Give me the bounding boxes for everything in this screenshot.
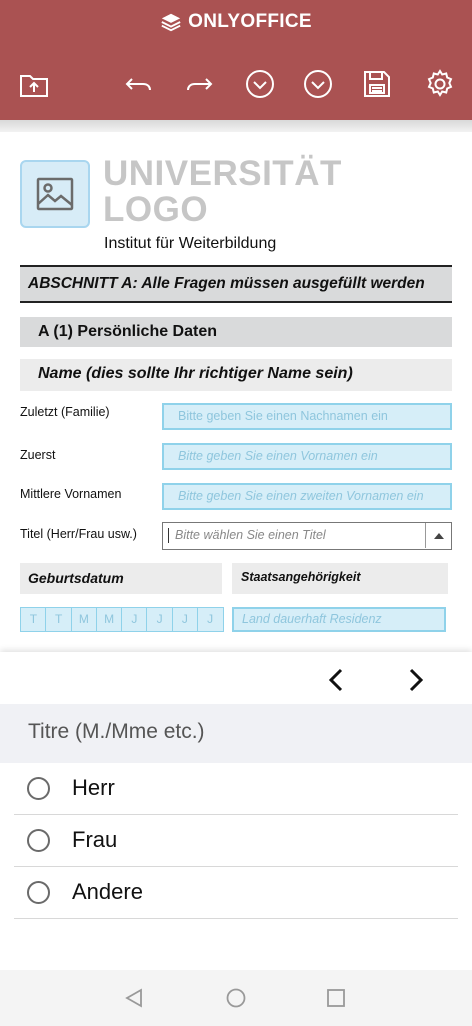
logo-line-1: UNIVERSITÄT bbox=[103, 154, 342, 193]
first-name-label: Zuerst bbox=[20, 448, 56, 462]
birthdate-header: Geburtsdatum bbox=[20, 563, 222, 594]
image-icon bbox=[36, 177, 74, 211]
open-file-button[interactable] bbox=[14, 64, 54, 104]
option-label: Andere bbox=[72, 879, 143, 904]
home-circle-icon bbox=[226, 988, 246, 1008]
date-cell[interactable]: M bbox=[95, 607, 123, 632]
radio-button[interactable] bbox=[27, 777, 50, 800]
settings-button[interactable] bbox=[420, 64, 460, 104]
brand-name: ONLYOFFICE bbox=[188, 11, 312, 32]
system-navigation-bar bbox=[0, 970, 472, 1026]
settings-icon bbox=[427, 69, 453, 97]
previous-field-button[interactable] bbox=[240, 64, 280, 104]
brand: ONLYOFFICE bbox=[0, 11, 472, 33]
date-cell[interactable]: T bbox=[45, 607, 72, 632]
option-andere[interactable]: Andere bbox=[14, 867, 458, 919]
middle-name-label: Mittlere Vornamen bbox=[20, 487, 122, 501]
last-name-field[interactable]: Bitte geben Sie einen Nachnamen ein bbox=[162, 403, 452, 430]
title-dropdown[interactable]: Bitte wählen Sie einen Titel bbox=[162, 522, 452, 550]
institut-name: Institut für Weiterbildung bbox=[104, 235, 277, 252]
toolbar-shadow bbox=[0, 120, 472, 132]
onlyoffice-logo-icon bbox=[161, 13, 181, 32]
birthdate-field[interactable]: T T M M J J J J bbox=[20, 607, 224, 632]
home-nav-button[interactable] bbox=[224, 986, 248, 1010]
redo-button[interactable] bbox=[179, 64, 219, 104]
save-button[interactable] bbox=[357, 64, 397, 104]
first-name-field[interactable]: Bitte geben Sie einen Vornamen ein bbox=[162, 443, 452, 470]
open-file-icon bbox=[20, 75, 48, 97]
section-a1-header: A (1) Persönliche Daten bbox=[20, 317, 452, 347]
section-a-header: ABSCHNITT A: Alle Fragen müssen ausgefül… bbox=[20, 265, 452, 303]
nationality-header: Staatsangehörigkeit bbox=[232, 563, 448, 594]
title-options-sheet: Titre (M./Mme etc.) Herr Frau Andere bbox=[0, 652, 472, 970]
undo-icon bbox=[125, 78, 151, 91]
recents-nav-button[interactable] bbox=[324, 986, 348, 1010]
sheet-title: Titre (M./Mme etc.) bbox=[0, 704, 472, 763]
option-label: Herr bbox=[72, 775, 115, 800]
date-cell[interactable]: J bbox=[171, 607, 199, 632]
chevron-left-icon bbox=[328, 668, 343, 692]
next-field-icon bbox=[304, 70, 332, 98]
date-cell[interactable]: J bbox=[121, 607, 148, 632]
last-name-label: Zuletzt (Familie) bbox=[20, 405, 110, 419]
logo-line-2: LOGO bbox=[103, 190, 209, 229]
option-label: Frau bbox=[72, 827, 118, 852]
title-label: Titel (Herr/Frau usw.) bbox=[20, 527, 137, 541]
radio-button[interactable] bbox=[27, 829, 50, 852]
date-cell[interactable]: M bbox=[70, 607, 98, 632]
back-triangle-icon bbox=[125, 988, 142, 1008]
previous-field-icon bbox=[246, 70, 274, 98]
text-cursor bbox=[168, 528, 169, 543]
option-herr[interactable]: Herr bbox=[14, 763, 458, 815]
residence-field[interactable]: Land dauerhaft Residenz bbox=[232, 607, 446, 632]
next-button[interactable] bbox=[398, 664, 434, 696]
document-page[interactable]: UNIVERSITÄT LOGO Institut für Weiterbild… bbox=[0, 132, 472, 652]
save-icon bbox=[364, 71, 390, 97]
logo-placeholder[interactable] bbox=[20, 160, 90, 228]
dropdown-caret-icon[interactable] bbox=[425, 523, 451, 548]
university-logo-text: UNIVERSITÄT LOGO bbox=[103, 156, 342, 228]
title-placeholder: Bitte wählen Sie einen Titel bbox=[175, 528, 326, 542]
chevron-right-icon bbox=[409, 668, 424, 692]
date-cell[interactable]: T bbox=[20, 607, 47, 632]
recents-square-icon bbox=[327, 989, 345, 1007]
name-header: Name (dies sollte Ihr richtiger Name sei… bbox=[20, 359, 452, 391]
back-nav-button[interactable] bbox=[122, 986, 146, 1010]
date-cell[interactable]: J bbox=[146, 607, 173, 632]
undo-button[interactable] bbox=[119, 64, 159, 104]
app-toolbar: ONLYOFFICE bbox=[0, 0, 472, 120]
redo-icon bbox=[187, 78, 213, 91]
previous-button[interactable] bbox=[318, 664, 354, 696]
radio-button[interactable] bbox=[27, 881, 50, 904]
middle-name-field[interactable]: Bitte geben Sie einen zweiten Vornamen e… bbox=[162, 483, 452, 510]
date-cell[interactable]: J bbox=[196, 607, 224, 632]
option-frau[interactable]: Frau bbox=[14, 815, 458, 867]
next-field-button[interactable] bbox=[298, 64, 338, 104]
